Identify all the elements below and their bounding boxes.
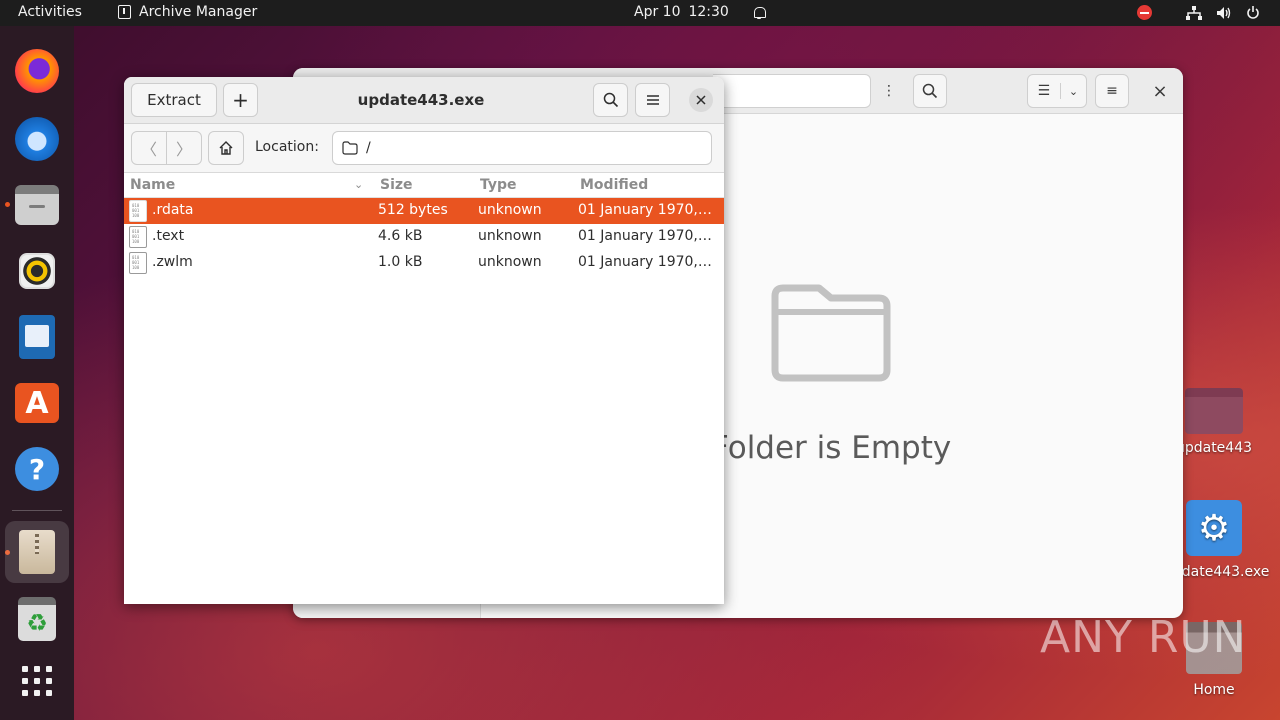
location-value: / [366,140,371,156]
home-button[interactable] [208,131,244,165]
dock: A ? ♻ [0,26,74,720]
help-icon: ? [15,447,59,491]
file-name: .zwlm [152,254,193,270]
search-icon [922,83,938,99]
file-name: .rdata [152,202,194,218]
close-icon [696,95,706,105]
file-size: 4.6 kB [378,228,423,244]
clock-time: 12:30 [688,4,729,20]
location-bar: 〈 〉 Location: / [124,124,724,173]
empty-folder-icon [771,284,891,382]
show-apps-icon [22,666,52,696]
file-size: 1.0 kB [378,254,423,270]
files-icon [15,185,59,225]
hamburger-menu-icon [646,95,659,105]
app-menu[interactable]: Archive Manager [118,4,257,20]
anyrun-watermark: ANY RUN [1040,612,1247,663]
view-toggle-button[interactable]: ☰ ⌄ [1027,74,1087,108]
file-type: unknown [478,228,542,244]
desktop-folder-label: update443 [1175,440,1253,456]
column-type[interactable]: Type [480,177,517,193]
binary-file-icon: 010 001 100 [129,226,147,248]
notification-bell-icon [753,6,766,19]
file-modified: 01 January 1970,… [578,228,712,244]
rhythmbox-icon [19,253,55,289]
files-search-button[interactable] [913,74,947,108]
table-row[interactable]: 010 001 100 .text 4.6 kB unknown 01 Januar… [124,224,724,250]
home-icon [219,141,233,155]
file-modified: 01 January 1970,… [578,254,712,270]
firefox-icon [15,49,59,93]
column-headers: Name ⌄ Size Type Modified [124,173,724,198]
column-modified[interactable]: Modified [580,177,648,193]
sort-chevron-icon: ⌄ [354,178,364,191]
file-list: 010 001 100 .rdata 512 bytes unknown 01 Ja… [124,198,724,276]
path-menu-button[interactable]: ⋮ [877,74,901,108]
executable-gear-icon: ⚙ [1186,500,1242,556]
dock-firefox[interactable] [5,40,69,102]
show-apps-button[interactable] [5,650,69,712]
empty-folder-text: Folder is Empty [711,430,952,466]
files-close-button[interactable]: × [1143,74,1177,108]
thunderbird-icon [15,117,59,161]
files-menu-button[interactable]: ≡ [1095,74,1129,108]
files-path-bar[interactable] [713,74,871,108]
binary-file-icon: 010 001 100 [129,200,147,222]
window-title: update443.exe [357,91,485,109]
activities-button[interactable]: Activities [18,4,82,20]
do-not-disturb-icon[interactable] [1137,5,1152,20]
dock-archive-manager[interactable] [5,521,69,583]
watermark-text: ANY RUN [1040,612,1247,663]
file-type: unknown [478,254,542,270]
dock-separator [12,510,62,511]
trash-icon: ♻ [18,597,56,641]
back-button[interactable]: 〈 [132,132,167,164]
dock-help[interactable]: ? [5,438,69,500]
archive-app-icon [118,5,131,19]
archive-menu-button[interactable] [635,83,670,117]
network-icon[interactable] [1186,5,1202,20]
column-name[interactable]: Name [130,177,175,193]
folder-icon [1185,388,1243,434]
app-menu-label: Archive Manager [139,4,258,20]
volume-icon[interactable] [1216,6,1232,20]
archive-headerbar: Extract + update443.exe [124,77,724,124]
dock-rhythmbox[interactable] [5,240,69,302]
navigation-buttons: 〈 〉 [131,131,202,165]
top-bar: Activities Archive Manager Apr 10 12:30 [0,0,1280,26]
power-icon[interactable] [1246,5,1260,20]
dock-thunderbird[interactable] [5,108,69,170]
file-name: .text [152,228,185,244]
list-view-icon: ☰ [1028,83,1061,99]
archive-search-button[interactable] [593,83,628,117]
table-row[interactable]: 010 001 100 .rdata 512 bytes unknown 01 Ja… [124,198,724,224]
dock-files[interactable] [5,174,69,236]
location-field[interactable]: / [332,131,712,165]
archive-manager-window: Extract + update443.exe 〈 〉 Location: / … [124,77,724,604]
clock[interactable]: Apr 10 12:30 [634,4,766,20]
dock-trash[interactable]: ♻ [5,588,69,650]
file-type: unknown [478,202,542,218]
forward-button[interactable]: 〉 [167,132,201,164]
dock-writer[interactable] [5,306,69,368]
archive-manager-icon [19,530,55,574]
folder-icon [342,141,358,155]
archive-close-button[interactable] [689,88,713,112]
desktop-home-label: Home [1193,682,1235,698]
file-size: 512 bytes [378,202,448,218]
file-modified: 01 January 1970,… [578,202,712,218]
system-tray[interactable] [1137,5,1260,20]
chevron-down-icon: ⌄ [1068,84,1079,98]
column-size[interactable]: Size [380,177,413,193]
app-center-icon: A [15,383,59,423]
location-label: Location: [255,139,319,155]
table-row[interactable]: 010 001 100 .zwlm 1.0 kB unknown 01 Januar… [124,250,724,276]
dock-app-center[interactable]: A [5,372,69,434]
search-icon [603,92,618,108]
binary-file-icon: 010 001 100 [129,252,147,274]
clock-date: Apr 10 [634,4,681,20]
writer-icon [19,315,55,359]
